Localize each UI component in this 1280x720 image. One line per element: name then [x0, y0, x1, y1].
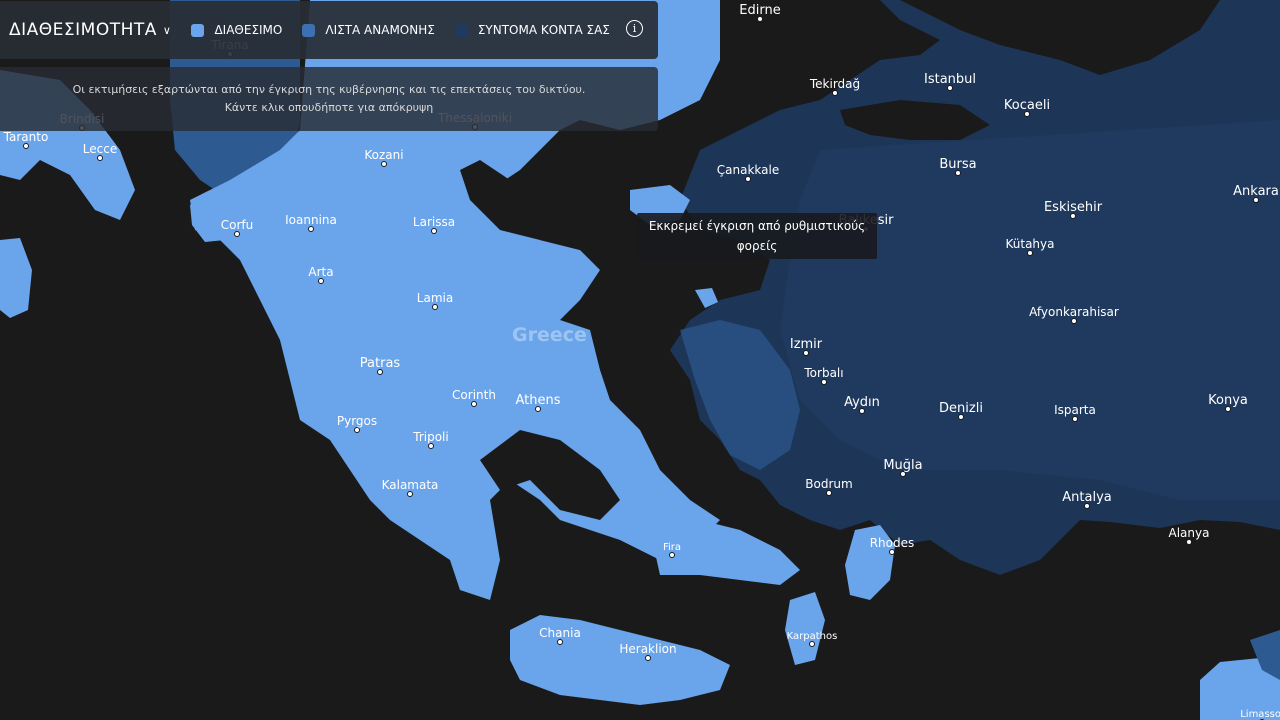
karpathos-island [785, 592, 825, 665]
city-label: Patras [360, 356, 401, 371]
italy-toe [0, 238, 32, 318]
city-label: Torbalı [803, 366, 843, 380]
city-label: Karpathos [787, 631, 838, 642]
city-dot [745, 176, 751, 182]
city-dot [1072, 416, 1078, 422]
city-dot [23, 143, 29, 149]
legend-item-coming-soon[interactable]: ΣΥΝΤΟΜΑ ΚΟΝΤΑ ΣΑΣ [454, 23, 610, 37]
city-label: Çanakkale [717, 163, 779, 177]
tooltip-line-1: Εκκρεμεί έγκριση από ρυθμιστικούς [648, 219, 866, 233]
city-dot [1027, 250, 1033, 256]
available-swatch [191, 23, 205, 37]
coming-soon-swatch [454, 23, 468, 37]
legend-title-dropdown[interactable]: ΔΙΑΘΕΣΙΜΟΤΗΤΑ ∨ [9, 20, 171, 40]
legend-item-label: ΛΙΣΤΑ ΑΝΑΜΟΝΗΣ [325, 23, 435, 37]
city-label: Taranto [3, 130, 49, 144]
city-label: Corfu [221, 218, 253, 232]
city-dot [432, 304, 438, 310]
city-label: Muğla [883, 458, 922, 473]
city-label: Fira [663, 542, 681, 553]
city-label: Heraklion [619, 642, 676, 656]
notice-line-1: Οι εκτιμήσεις εξαρτώνται από την έγκριση… [72, 83, 586, 96]
city-label: Bodrum [805, 477, 852, 491]
city-label: Limassol [1240, 709, 1280, 720]
regulatory-tooltip: Εκκρεμεί έγκριση από ρυθμιστικούς φορείς [637, 213, 877, 259]
city-label: Eskisehir [1044, 200, 1103, 215]
estimate-notice[interactable]: Οι εκτιμήσεις εξαρτώνται από την έγκριση… [0, 67, 658, 131]
city-dot [308, 226, 314, 232]
city-label: Rhodes [870, 536, 915, 550]
city-dot [428, 443, 434, 449]
city-dot [1071, 318, 1077, 324]
city-label: Tripoli [412, 430, 448, 444]
city-label: Pyrgos [337, 414, 377, 428]
legend-title: ΔΙΑΘΕΣΙΜΟΤΗΤΑ [9, 20, 157, 40]
city-dot [557, 639, 563, 645]
notice-line-2: Κάντε κλικ οπουδήποτε για απόκρυψη [224, 101, 434, 114]
city-dot [407, 491, 413, 497]
legend-item-label: ΣΥΝΤΟΜΑ ΚΟΝΤΑ ΣΑΣ [477, 23, 610, 37]
city-label: Kozani [364, 148, 403, 162]
country-label-greece: Greece [512, 324, 587, 346]
city-marker: Edirne [739, 3, 781, 22]
chevron-down-icon: ∨ [162, 23, 172, 37]
city-dot [381, 161, 387, 167]
city-label: Tekirdağ [809, 77, 860, 91]
availability-legend: ΔΙΑΘΕΣΙΜΟΤΗΤΑ ∨ ΔΙΑΘΕΣΙΜΟ ΛΙΣΤΑ ΑΝΑΜΟΝΗΣ… [0, 1, 658, 59]
city-label: Istanbul [924, 72, 976, 87]
city-label: Larissa [413, 215, 455, 229]
city-dot [669, 552, 675, 558]
city-label: Alanya [1169, 526, 1210, 540]
city-marker: Alanya [1169, 526, 1210, 545]
city-label: Izmir [790, 337, 823, 352]
waitlist-swatch [302, 23, 316, 37]
city-label: Athens [515, 393, 560, 408]
city-label: Arta [308, 265, 333, 279]
city-dot [431, 228, 437, 234]
city-label: Kocaeli [1004, 98, 1050, 113]
city-dot [821, 379, 827, 385]
tooltip-line-2: φορείς [736, 239, 778, 253]
city-dot [645, 655, 651, 661]
legend-item-available[interactable]: ΔΙΑΘΕΣΙΜΟ [191, 23, 282, 37]
city-label: Antalya [1062, 490, 1111, 505]
city-label: Kütahya [1006, 237, 1055, 251]
city-label: Lecce [83, 142, 117, 156]
city-label: Ioannina [285, 213, 337, 227]
city-label: Isparta [1054, 403, 1096, 417]
city-label: Chania [539, 626, 581, 640]
legend-item-waitlist[interactable]: ΛΙΣΤΑ ΑΝΑΜΟΝΗΣ [302, 23, 435, 37]
city-dot [826, 490, 832, 496]
city-label: Edirne [739, 3, 780, 18]
city-label: Denizli [939, 401, 983, 416]
city-dot [832, 90, 838, 96]
city-dot [471, 401, 477, 407]
city-label: Lamia [417, 291, 453, 305]
city-dot [1186, 539, 1192, 545]
city-dot [318, 278, 324, 284]
city-label: Kalamata [382, 478, 439, 492]
city-dot [354, 427, 360, 433]
city-dot [97, 155, 103, 161]
city-dot [809, 641, 815, 647]
city-label: Aydın [844, 395, 880, 410]
city-label: Afyonkarahisar [1029, 305, 1119, 319]
city-dot [889, 549, 895, 555]
info-icon[interactable]: i [626, 20, 643, 37]
city-label: Ankara [1233, 184, 1279, 199]
city-label: Konya [1208, 393, 1248, 408]
legend-item-label: ΔΙΑΘΕΣΙΜΟ [214, 23, 283, 37]
city-label: Bursa [939, 157, 976, 172]
city-marker: Limassol [1240, 709, 1280, 720]
city-label: Corinth [452, 388, 496, 402]
city-dot [234, 231, 240, 237]
